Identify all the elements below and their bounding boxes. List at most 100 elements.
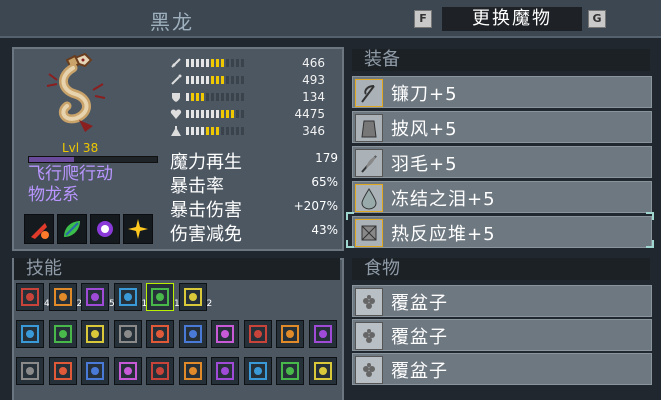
next-monster-key[interactable]: G — [588, 10, 606, 28]
skill-glyph — [151, 362, 169, 380]
prev-monster-key[interactable]: F — [414, 10, 432, 28]
dark-aura-skill-icon[interactable] — [178, 357, 207, 385]
stat-bar — [186, 76, 244, 84]
shield-crest-skill-icon[interactable] — [308, 357, 337, 385]
spring-skill-icon[interactable]: 1 — [146, 283, 180, 311]
arcane-orb-icon — [97, 221, 113, 237]
equip-slot-3[interactable]: 羽毛+5 — [352, 146, 652, 178]
skill-glyph — [216, 362, 234, 380]
flask-icon — [171, 126, 181, 136]
green-ring-skill-icon[interactable] — [48, 357, 77, 385]
crit-damage-row: 暴击伤害 +207% — [170, 196, 338, 221]
combat-label: 魔力再生 — [170, 152, 242, 173]
monster-level: Lvl 38 — [62, 141, 99, 155]
tear-icon — [355, 184, 383, 212]
helmet-skill-icon[interactable] — [276, 357, 304, 385]
ice-shard-skill-icon[interactable]: 2 — [48, 283, 82, 311]
equip-slot-5[interactable]: 热反应堆+5 — [352, 216, 652, 248]
food-slot-3[interactable]: 覆盆子 — [352, 353, 652, 385]
trait-badge-nature[interactable] — [57, 214, 87, 244]
skill-glyph — [21, 325, 39, 343]
stat-value: 346 — [302, 124, 325, 138]
food-slot-2[interactable]: 覆盆子 — [352, 319, 652, 351]
trait-badge-arcane[interactable] — [90, 214, 120, 244]
stat-row: 493 — [170, 73, 325, 87]
fire-rays-skill-icon[interactable] — [243, 320, 272, 348]
trait-badge-fire[interactable] — [24, 214, 54, 244]
equip-slot-1[interactable]: 镰刀+5 — [352, 76, 652, 108]
equip-label: 热反应堆+5 — [391, 224, 496, 245]
skill-glyph — [86, 362, 104, 380]
crit-rate-row: 暴击率 65% — [170, 172, 338, 197]
skill-glyph — [248, 325, 267, 343]
food-label: 覆盆子 — [391, 293, 448, 314]
stat-row: 346 — [170, 124, 325, 138]
skill-glyph — [86, 325, 104, 343]
skill-glyph — [21, 288, 39, 306]
xp-bar — [28, 156, 158, 163]
dragon-egg-skill-icon[interactable] — [308, 320, 337, 348]
reactor-icon — [355, 219, 383, 247]
potion-skill-icon[interactable] — [146, 357, 174, 385]
rune-circle-skill-icon[interactable] — [48, 320, 77, 348]
food-label: 覆盆子 — [391, 361, 448, 382]
skill-glyph — [118, 325, 137, 343]
skill-glyph — [53, 288, 72, 306]
skill-glyph — [216, 325, 234, 343]
stat-value: 493 — [302, 73, 325, 87]
stat-value: 134 — [302, 90, 325, 104]
equip-label: 冻结之泪+5 — [391, 189, 496, 210]
rage-skill-icon[interactable] — [211, 320, 239, 348]
skill-glyph — [151, 325, 169, 343]
trait-badge-light[interactable] — [123, 214, 153, 244]
wind-slash-skill-icon[interactable]: 2 — [178, 283, 212, 311]
skill-glyph — [21, 362, 39, 380]
damage-reduction-row: 伤害减免 43% — [170, 220, 338, 245]
spike-skill-icon[interactable] — [243, 357, 272, 385]
statue-skill-icon[interactable] — [276, 320, 304, 348]
demon-face-skill-icon[interactable] — [81, 357, 109, 385]
equip-label: 披风+5 — [391, 119, 458, 140]
skill-glyph — [118, 362, 137, 380]
equip-slot-4[interactable]: 冻结之泪+5 — [352, 181, 652, 213]
fire-blade-skill-icon[interactable] — [113, 320, 142, 348]
stat-bar — [186, 59, 244, 67]
arcane-burst-skill-icon[interactable] — [81, 320, 109, 348]
heart-icon — [170, 109, 182, 119]
skill-glyph — [86, 288, 104, 306]
selection-corner — [346, 240, 354, 248]
stat-row: 466 — [170, 56, 325, 70]
skill-glyph — [183, 362, 202, 380]
equip-label: 镰刀+5 — [391, 84, 458, 105]
wind-skill-icon[interactable]: 4 — [16, 283, 50, 311]
raspberry-icon — [355, 356, 383, 384]
black-dragon-sprite — [46, 52, 106, 132]
flame-sigil-skill-icon[interactable] — [16, 320, 44, 348]
combat-label: 暴击伤害 — [170, 200, 242, 221]
sword-strike-skill-icon[interactable]: 1 — [113, 283, 147, 311]
stat-bar — [186, 110, 244, 118]
skill-glyph — [151, 288, 169, 306]
skill-glyph — [281, 325, 299, 343]
equipment-header: 装备 — [352, 49, 650, 71]
food-slot-1[interactable]: 覆盆子 — [352, 285, 652, 317]
raspberry-icon — [355, 322, 383, 350]
swap-monster-button[interactable]: 更换魔物 — [442, 7, 582, 31]
skill-glyph — [118, 288, 137, 306]
equip-slot-2[interactable]: 披风+5 — [352, 111, 652, 143]
blood-slash-skill-icon[interactable]: 5 — [81, 283, 115, 311]
combat-value: 65% — [311, 175, 338, 189]
question-skill-icon[interactable] — [113, 357, 142, 385]
combat-label: 暴击率 — [170, 176, 224, 197]
stat-bar — [186, 93, 244, 101]
monster-species: 飞行爬行动 物龙系 — [28, 164, 160, 206]
skills-header: 技能 — [14, 258, 340, 280]
monster-screen: { "header": {"title": "黑龙", "prev_key": … — [0, 0, 661, 400]
target-skill-icon[interactable] — [178, 320, 207, 348]
skill-glyph — [281, 362, 299, 380]
gear-skill-icon[interactable] — [146, 320, 174, 348]
sparkle-icon — [128, 219, 148, 239]
mana-regen-row: 魔力再生 179 — [170, 148, 338, 173]
crown-skill-icon[interactable] — [211, 357, 239, 385]
aura-skill-icon[interactable] — [16, 357, 44, 385]
